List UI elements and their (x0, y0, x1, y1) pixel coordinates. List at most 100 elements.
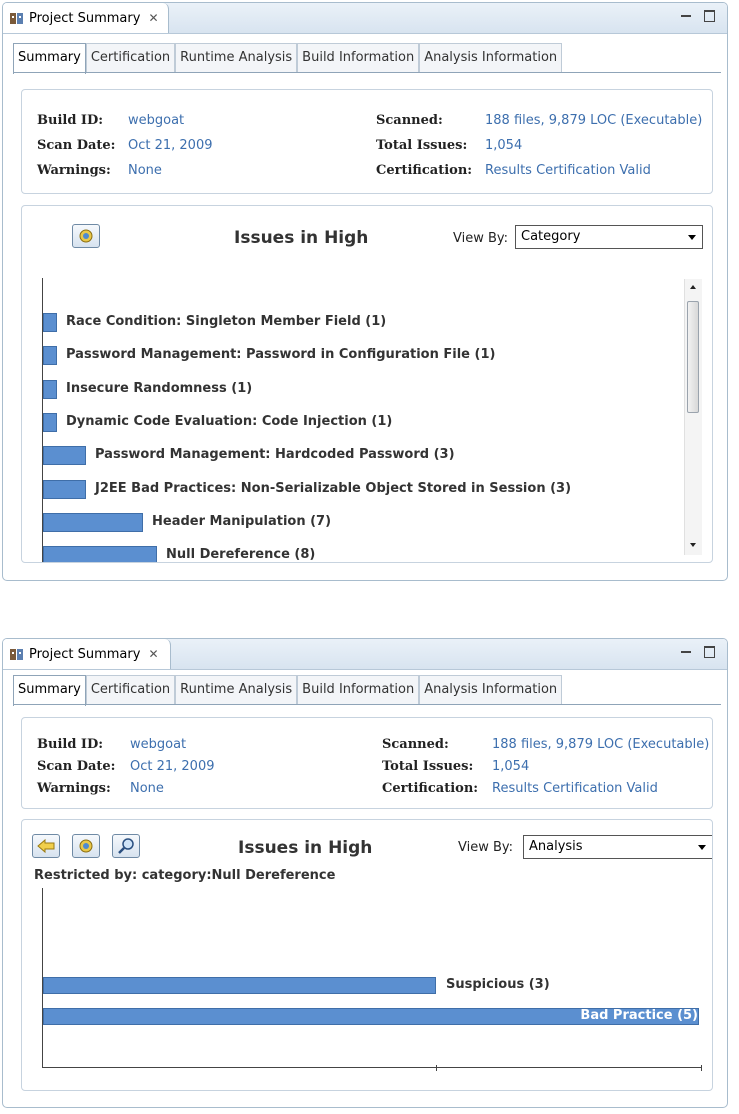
minimize-icon[interactable] (681, 651, 691, 656)
tab-divider (13, 72, 721, 73)
scan-date-value: Oct 21, 2009 (130, 759, 215, 774)
bar-label: Header Manipulation (7) (152, 513, 332, 529)
tab-build-information[interactable]: Build Information (297, 43, 420, 72)
chart-title: Issues in High (238, 838, 373, 858)
chart-bar[interactable] (43, 546, 157, 562)
view-tab[interactable]: Project Summary ✕ (3, 639, 171, 669)
view-by-value: Analysis (529, 839, 583, 854)
project-info-box: Build ID: webgoat Scan Date: Oct 21, 200… (21, 717, 713, 809)
tab-strip: Summary Certification Runtime Analysis B… (13, 43, 563, 74)
view-tab[interactable]: Project Summary ✕ (3, 3, 169, 33)
bar-label: Bad Practice (5) (580, 1008, 698, 1023)
bar-label: Suspicious (3) (446, 977, 550, 992)
build-id-value: webgoat (130, 737, 187, 752)
issues-chart-box: Issues in High View By: Analysis Restric… (21, 819, 713, 1091)
refresh-button[interactable] (72, 224, 100, 248)
build-id-label: Build ID: (37, 737, 104, 752)
refresh-icon (79, 229, 93, 243)
view-titlebar: Project Summary ✕ (3, 639, 727, 670)
tab-certification[interactable]: Certification (85, 43, 176, 72)
project-icon (9, 11, 24, 26)
view-title: Project Summary (29, 646, 141, 662)
bar-label: Password Management: Hardcoded Password … (95, 447, 455, 463)
scanned-label: Scanned: (376, 113, 443, 128)
view-by-label: View By: (458, 840, 514, 855)
project-summary-panel-2: Project Summary ✕ Summary Certification … (2, 638, 728, 1108)
bar-label: Dynamic Code Evaluation: Code Injection … (66, 413, 393, 429)
scan-date-label: Scan Date: (37, 138, 116, 153)
maximize-icon[interactable] (704, 10, 715, 22)
chart-bar[interactable] (43, 412, 57, 432)
view-titlebar: Project Summary ✕ (3, 3, 727, 34)
total-issues-label: Total Issues: (376, 138, 468, 153)
zoom-icon (118, 838, 134, 854)
build-id-value: webgoat (128, 113, 185, 128)
tab-runtime-analysis[interactable]: Runtime Analysis (175, 43, 298, 72)
view-by-value: Category (521, 229, 581, 244)
back-arrow-icon (37, 838, 55, 854)
chart-bar[interactable] (43, 512, 143, 532)
tab-build-information[interactable]: Build Information (297, 675, 420, 704)
zoom-button[interactable] (112, 834, 140, 858)
warnings-label: Warnings: (37, 163, 111, 178)
minimize-icon[interactable] (681, 15, 691, 20)
maximize-icon[interactable] (704, 646, 715, 658)
x-axis (42, 1067, 702, 1068)
view-by-select[interactable]: Analysis (523, 835, 712, 859)
close-icon[interactable]: ✕ (148, 11, 158, 25)
view-by-select[interactable]: Category (515, 225, 703, 249)
restricted-by-label: Restricted by: category:Null Dereference (34, 868, 336, 883)
warnings-value: None (130, 781, 164, 796)
scanned-label: Scanned: (382, 737, 449, 752)
total-issues-label: Total Issues: (382, 759, 474, 774)
bar-label: Null Dereference (8) (166, 547, 316, 563)
scroll-thumb[interactable] (687, 301, 699, 413)
chart-bar[interactable] (43, 379, 57, 399)
project-info-box: Build ID: webgoat Scan Date: Oct 21, 200… (21, 89, 713, 194)
total-issues-value: 1,054 (492, 759, 530, 774)
scan-date-label: Scan Date: (37, 759, 116, 774)
tab-analysis-information[interactable]: Analysis Information (419, 43, 563, 72)
view-title: Project Summary (29, 10, 141, 26)
scroll-down-icon[interactable] (690, 543, 696, 547)
tab-divider (13, 704, 721, 705)
refresh-icon (79, 839, 93, 853)
tab-summary[interactable]: Summary (13, 43, 86, 74)
chevron-down-icon (688, 235, 696, 240)
total-issues-value: 1,054 (485, 138, 523, 153)
chart-bar[interactable] (43, 346, 57, 366)
bar-label: Race Condition: Singleton Member Field (… (66, 314, 387, 329)
tab-analysis-information[interactable]: Analysis Information (419, 675, 563, 704)
tab-runtime-analysis[interactable]: Runtime Analysis (175, 675, 298, 704)
view-by-label: View By: (453, 231, 509, 246)
chevron-down-icon (698, 845, 706, 850)
refresh-button[interactable] (72, 834, 100, 858)
warnings-value: None (128, 163, 162, 178)
close-icon[interactable]: ✕ (148, 647, 158, 661)
chart-bar[interactable] (43, 977, 436, 994)
scroll-up-icon[interactable] (690, 285, 696, 289)
build-id-label: Build ID: (37, 113, 104, 128)
x-axis-tick (701, 1065, 702, 1071)
chart-scrollbar[interactable] (684, 279, 702, 555)
warnings-label: Warnings: (37, 781, 111, 796)
bar-label: Insecure Randomness (1) (66, 380, 253, 396)
certification-label: Certification: (376, 163, 473, 178)
scanned-value: 188 files, 9,879 LOC (Executable) (485, 113, 703, 128)
bar-label: J2EE Bad Practices: Non-Serializable Obj… (95, 480, 572, 496)
tab-summary[interactable]: Summary (13, 675, 86, 706)
chart-bar[interactable] (43, 479, 86, 499)
chart-bar[interactable] (43, 446, 86, 466)
chart-bar[interactable] (43, 313, 57, 332)
certification-value: Results Certification Valid (485, 163, 651, 178)
certification-label: Certification: (382, 781, 479, 796)
scanned-value: 188 files, 9,879 LOC (Executable) (492, 737, 710, 752)
project-summary-panel-1: Project Summary ✕ Summary Certification … (2, 2, 728, 581)
tab-strip: Summary Certification Runtime Analysis B… (13, 675, 563, 706)
tab-certification[interactable]: Certification (85, 675, 176, 704)
bar-label: Password Management: Password in Configu… (66, 347, 496, 363)
chart-title: Issues in High (234, 228, 369, 248)
back-button[interactable] (32, 834, 60, 858)
project-icon (9, 647, 24, 662)
x-axis-tick (436, 1065, 437, 1071)
